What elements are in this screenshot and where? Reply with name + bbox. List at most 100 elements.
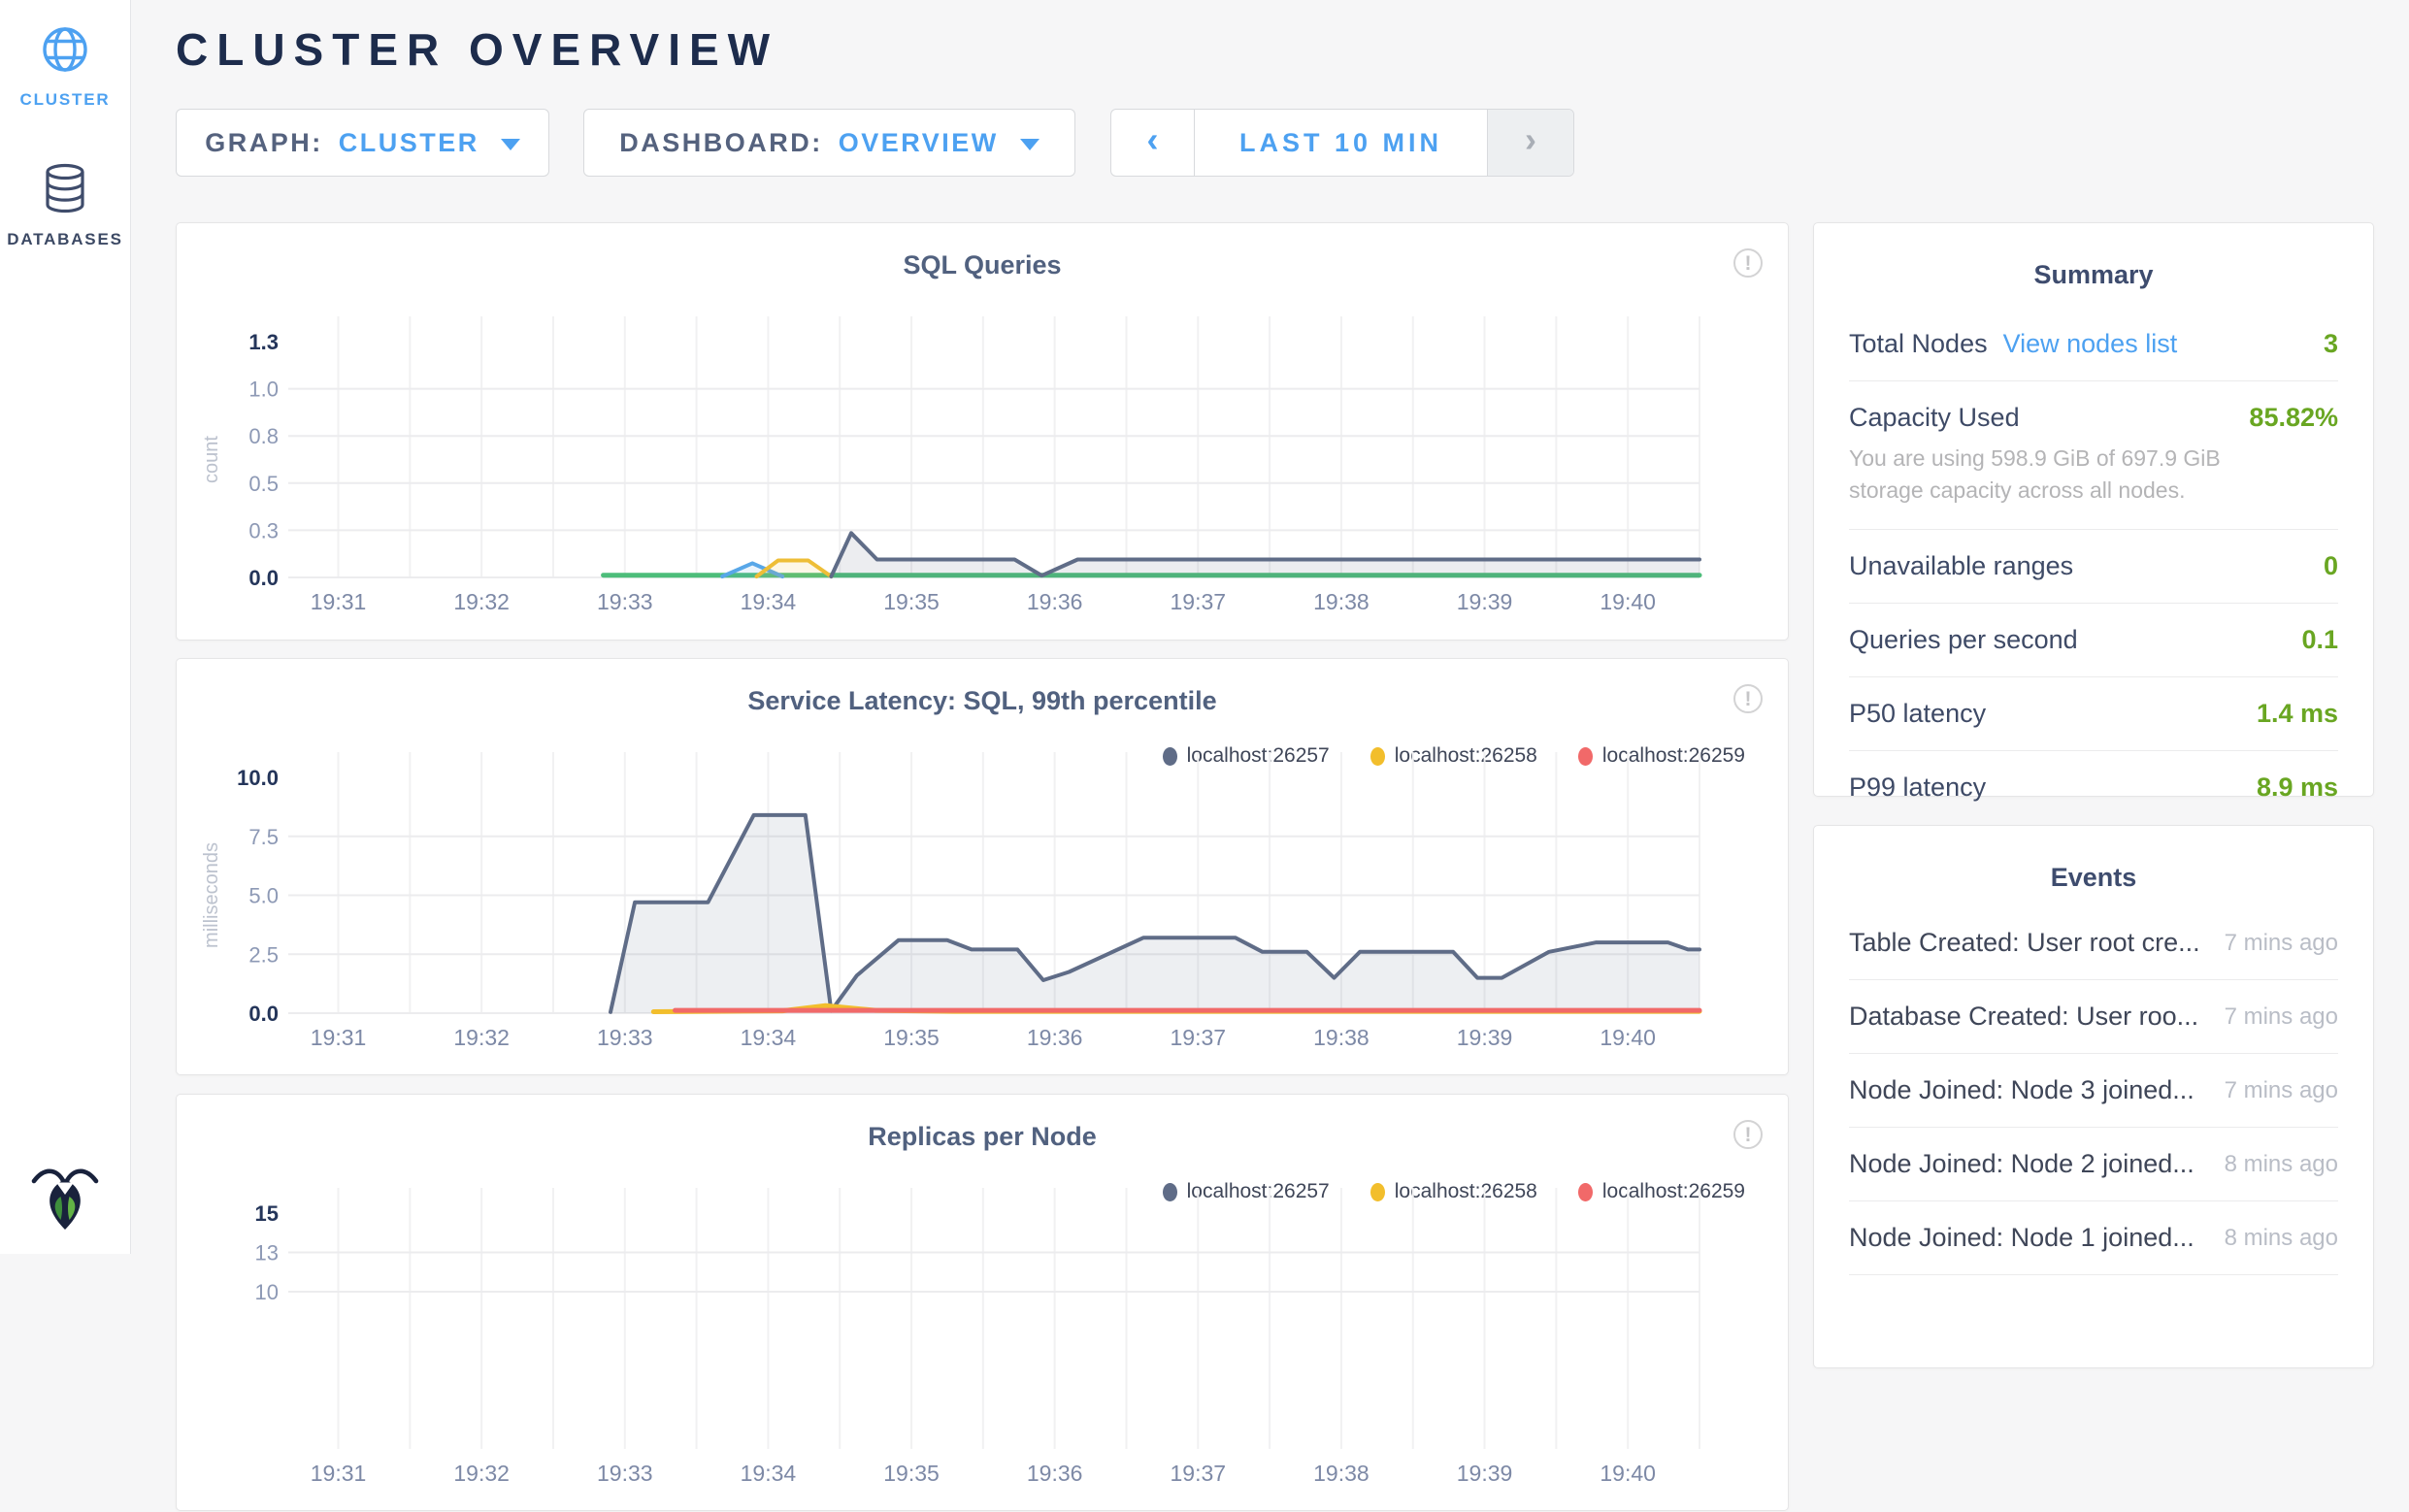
svg-text:19:33: 19:33 xyxy=(597,589,653,614)
svg-text:1.0: 1.0 xyxy=(248,378,279,402)
svg-text:19:31: 19:31 xyxy=(311,1461,367,1486)
chevron-down-icon xyxy=(1020,139,1040,150)
summary-panel: Summary Total Nodes View nodes list 3 Ca… xyxy=(1813,222,2374,797)
svg-text:milliseconds: milliseconds xyxy=(201,842,222,948)
database-icon xyxy=(41,201,89,217)
event-row: Node Joined: Node 1 joined... 8 mins ago xyxy=(1849,1201,2338,1275)
svg-text:19:31: 19:31 xyxy=(311,1025,367,1050)
svg-text:19:36: 19:36 xyxy=(1027,1025,1083,1050)
svg-text:0.0: 0.0 xyxy=(248,1002,279,1026)
unavailable-ranges-value: 0 xyxy=(2324,551,2338,581)
event-text: Node Joined: Node 3 joined... xyxy=(1849,1075,2194,1105)
sidebar-item-databases[interactable]: DATABASES xyxy=(0,163,130,249)
event-row: Node Joined: Node 3 joined... 7 mins ago xyxy=(1849,1054,2338,1128)
chart-sql-queries: SQL Queries ! 0.00.30.50.81.01.319:3119:… xyxy=(176,222,1789,641)
svg-text:19:37: 19:37 xyxy=(1171,589,1227,614)
summary-row-unavailable-ranges: Unavailable ranges 0 xyxy=(1849,530,2338,604)
event-row: Node Joined: Node 2 joined... 8 mins ago xyxy=(1849,1128,2338,1201)
svg-text:13: 13 xyxy=(255,1241,279,1265)
unavailable-ranges-label: Unavailable ranges xyxy=(1849,551,2073,581)
svg-text:10: 10 xyxy=(255,1280,279,1304)
capacity-used-value: 85.82% xyxy=(2249,403,2338,433)
svg-text:5.0: 5.0 xyxy=(248,884,279,908)
svg-text:19:33: 19:33 xyxy=(597,1025,653,1050)
chevron-right-icon: › xyxy=(1525,119,1536,160)
dashboard-dropdown[interactable]: DASHBOARD: OVERVIEW xyxy=(583,109,1075,177)
chart-replicas-per-node: Replicas per Node ! localhost:26257local… xyxy=(176,1094,1789,1511)
time-range-label[interactable]: LAST 10 MIN xyxy=(1195,110,1487,176)
svg-text:19:39: 19:39 xyxy=(1457,589,1513,614)
svg-text:19:37: 19:37 xyxy=(1171,1025,1227,1050)
event-time: 8 mins ago xyxy=(2225,1151,2338,1178)
dashboard-dropdown-label: DASHBOARD: xyxy=(619,128,823,158)
svg-text:19:33: 19:33 xyxy=(597,1461,653,1486)
svg-text:19:36: 19:36 xyxy=(1027,1461,1083,1486)
svg-text:19:32: 19:32 xyxy=(453,589,510,614)
events-panel: Events Table Created: User root cre... 7 … xyxy=(1813,825,2374,1368)
event-time: 7 mins ago xyxy=(2225,1003,2338,1031)
svg-text:1.3: 1.3 xyxy=(248,330,279,354)
total-nodes-label: Total Nodes xyxy=(1849,329,1988,359)
view-nodes-list-link[interactable]: View nodes list xyxy=(2003,329,2178,359)
sidebar-item-label: DATABASES xyxy=(0,230,130,249)
summary-row-qps: Queries per second 0.1 xyxy=(1849,604,2338,677)
time-next-button[interactable]: › xyxy=(1487,110,1573,176)
event-time: 7 mins ago xyxy=(2225,1077,2338,1104)
event-text: Node Joined: Node 1 joined... xyxy=(1849,1223,2194,1253)
svg-text:19:34: 19:34 xyxy=(741,589,797,614)
summary-title: Summary xyxy=(1814,260,2373,290)
svg-text:0.0: 0.0 xyxy=(248,566,279,590)
time-range-selector: ‹ LAST 10 MIN › xyxy=(1110,109,1574,177)
chart-plot: 0.02.55.07.510.019:3119:3219:3319:3419:3… xyxy=(177,659,1790,1076)
event-text: Node Joined: Node 2 joined... xyxy=(1849,1149,2194,1179)
summary-row-p50: P50 latency 1.4 ms xyxy=(1849,677,2338,751)
graph-dropdown[interactable]: GRAPH: CLUSTER xyxy=(176,109,549,177)
sidebar-item-label: CLUSTER xyxy=(0,90,130,110)
chart-plot: 15 13 10 19:31 19:32 19:33 19:34 19:35 19:36 19:3… xyxy=(177,1095,1790,1512)
svg-text:19:40: 19:40 xyxy=(1600,1461,1656,1486)
summary-row-capacity: Capacity Used 85.82% You are using 598.9… xyxy=(1849,381,2338,530)
chevron-down-icon xyxy=(501,139,520,150)
time-prev-button[interactable]: ‹ xyxy=(1111,110,1195,176)
event-text: Table Created: User root cre... xyxy=(1849,928,2200,958)
event-text: Database Created: User roo... xyxy=(1849,1002,2198,1032)
graph-dropdown-label: GRAPH: xyxy=(205,128,323,158)
event-row: Database Created: User roo... 7 mins ago xyxy=(1849,980,2338,1054)
p50-latency-label: P50 latency xyxy=(1849,699,1986,729)
event-time: 7 mins ago xyxy=(2225,930,2338,957)
globe-icon xyxy=(41,61,89,78)
svg-text:10.0: 10.0 xyxy=(237,766,279,790)
svg-text:0.5: 0.5 xyxy=(248,472,279,496)
svg-text:count: count xyxy=(201,436,222,483)
event-time: 8 mins ago xyxy=(2225,1225,2338,1252)
chart-plot: 0.00.30.50.81.01.319:3119:3219:3319:3419… xyxy=(177,223,1790,641)
svg-text:2.5: 2.5 xyxy=(248,942,279,967)
svg-text:15: 15 xyxy=(255,1201,279,1226)
p99-latency-label: P99 latency xyxy=(1849,772,1986,803)
sidebar: CLUSTER DATABASES xyxy=(0,0,131,1254)
svg-text:19:35: 19:35 xyxy=(883,589,940,614)
svg-text:19:38: 19:38 xyxy=(1313,589,1370,614)
svg-text:19:32: 19:32 xyxy=(453,1461,510,1486)
svg-text:19:32: 19:32 xyxy=(453,1025,510,1050)
svg-text:19:35: 19:35 xyxy=(883,1461,940,1486)
summary-row-total-nodes: Total Nodes View nodes list 3 xyxy=(1849,308,2338,381)
chart-service-latency: Service Latency: SQL, 99th percentile ! … xyxy=(176,658,1789,1075)
sidebar-item-cluster[interactable]: CLUSTER xyxy=(0,25,130,110)
svg-text:19:38: 19:38 xyxy=(1313,1025,1370,1050)
qps-label: Queries per second xyxy=(1849,625,2078,655)
svg-text:0.3: 0.3 xyxy=(248,518,279,542)
svg-text:19:34: 19:34 xyxy=(741,1461,797,1486)
total-nodes-value: 3 xyxy=(2324,329,2338,359)
cockroachdb-logo xyxy=(0,1160,130,1238)
svg-text:19:36: 19:36 xyxy=(1027,589,1083,614)
svg-text:19:39: 19:39 xyxy=(1457,1461,1513,1486)
svg-text:19:39: 19:39 xyxy=(1457,1025,1513,1050)
svg-text:19:37: 19:37 xyxy=(1171,1461,1227,1486)
chevron-left-icon: ‹ xyxy=(1147,119,1159,160)
events-title: Events xyxy=(1814,863,2373,893)
svg-text:19:40: 19:40 xyxy=(1600,1025,1656,1050)
graph-dropdown-value: CLUSTER xyxy=(339,128,479,158)
svg-text:19:38: 19:38 xyxy=(1313,1461,1370,1486)
svg-text:19:31: 19:31 xyxy=(311,589,367,614)
